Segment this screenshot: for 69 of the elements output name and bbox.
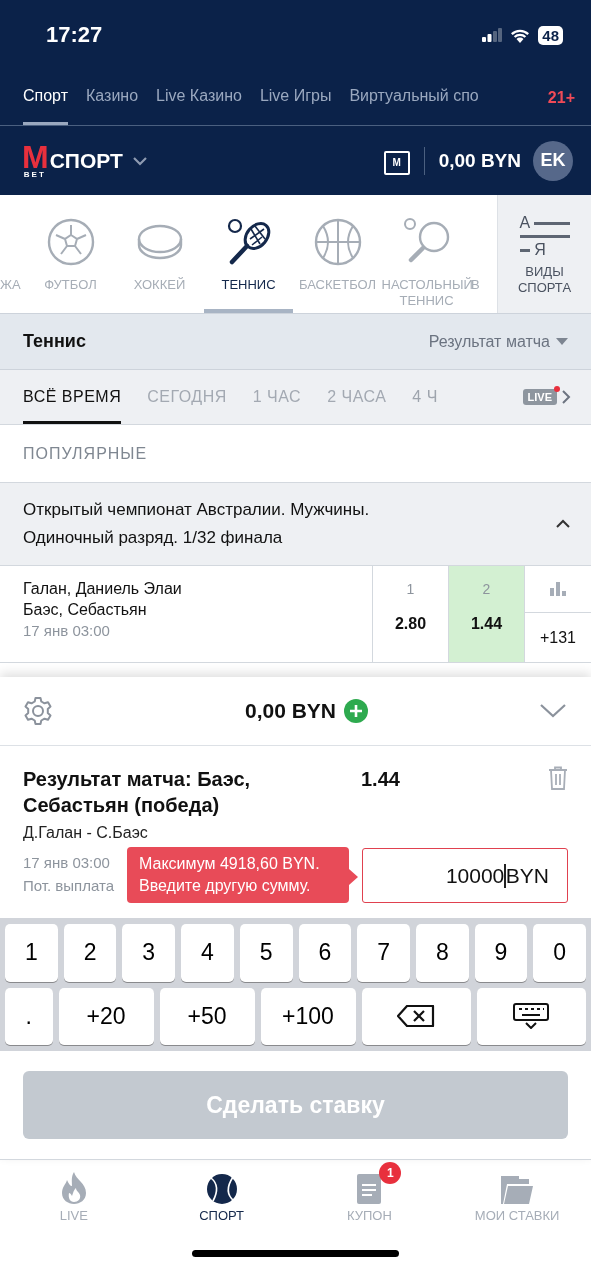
keyboard-key[interactable]: 9 xyxy=(474,924,528,982)
stats-icon[interactable] xyxy=(550,582,566,596)
bet-event: Д.Галан - С.Баэс xyxy=(23,824,149,842)
more-markets-button[interactable]: +131 xyxy=(525,613,591,662)
slip-balance: 0,00 BYN xyxy=(245,699,337,723)
bet-time: 17 янв 03:00 xyxy=(23,854,111,871)
keyboard-key[interactable]: 7 xyxy=(357,924,410,982)
keyboard-key[interactable]: 3 xyxy=(122,924,176,982)
keyboard-key[interactable]: 0 xyxy=(533,924,587,982)
nav-tab[interactable]: СПОРТ xyxy=(147,1160,296,1230)
top-tab[interactable]: Казино xyxy=(86,70,139,125)
chevron-right-icon[interactable] xyxy=(561,389,571,405)
add-funds-icon[interactable] xyxy=(344,699,369,723)
avatar[interactable]: EK xyxy=(533,140,573,181)
tennis-ball-icon xyxy=(206,1174,237,1204)
keyboard-key[interactable]: +20 xyxy=(58,987,154,1045)
top-tab[interactable]: Виртуальный спо xyxy=(349,70,479,125)
keyboard-key[interactable]: 5 xyxy=(239,924,293,982)
section-title[interactable]: СПОРТ xyxy=(49,148,123,173)
document-icon xyxy=(357,1174,382,1204)
top-tab[interactable]: Спорт xyxy=(23,70,68,125)
count-badge: 1 xyxy=(379,1162,402,1184)
error-tooltip: Максимум 4918,60 BYN. Введите другую сумму. xyxy=(127,847,349,903)
match-time: 17 янв 03:00 xyxy=(23,622,111,639)
backspace-key[interactable] xyxy=(361,987,471,1045)
tooltip-pointer xyxy=(349,869,358,885)
signal-icon xyxy=(482,28,503,42)
keyboard-key[interactable]: +50 xyxy=(159,987,255,1045)
bet-title: Результат матча: Баэс, Себастьян (победа) xyxy=(23,767,252,818)
balance[interactable]: 0,00 BYN xyxy=(438,149,521,172)
top-tab[interactable]: Live Игры xyxy=(259,70,332,125)
market-dropdown[interactable]: Результат матча xyxy=(428,332,568,351)
keyboard-key[interactable]: 2 xyxy=(63,924,117,982)
age-label: 21+ xyxy=(547,88,575,107)
flame-icon xyxy=(60,1172,87,1204)
status-time: 17:27 xyxy=(46,22,104,48)
keyboard-icon[interactable] xyxy=(513,1003,550,1030)
collapse-icon[interactable] xyxy=(539,703,567,719)
odds-button[interactable]: 2 1.44 xyxy=(449,566,525,662)
sport-title: Теннис xyxy=(23,331,86,352)
bet-odds: 1.44 xyxy=(361,767,400,792)
time-filter-tab[interactable]: ВСЁ ВРЕМЯ xyxy=(23,370,122,424)
keyboard-key[interactable]: +100 xyxy=(260,987,356,1045)
backspace-icon[interactable] xyxy=(397,1005,436,1028)
player-name[interactable]: Баэс, Себастьян xyxy=(23,601,372,619)
chevron-icon[interactable] xyxy=(555,519,571,529)
keyboard-key[interactable]: 4 xyxy=(181,924,234,982)
keyboard-key[interactable]: 6 xyxy=(298,924,352,982)
section-label: ПОПУЛЯРНЫЕ xyxy=(23,444,148,463)
caret-icon[interactable] xyxy=(556,337,568,346)
all-sports-button[interactable]: А Я ВИДЫ СПОРТА xyxy=(497,195,591,313)
gift-icon[interactable]: M xyxy=(383,150,410,175)
football-icon xyxy=(45,217,96,267)
keyboard-key[interactable]: . xyxy=(5,987,53,1045)
settings-icon[interactable] xyxy=(22,695,54,727)
wifi-icon xyxy=(510,27,531,43)
keyboard-key[interactable]: 8 xyxy=(415,924,469,982)
folder-icon xyxy=(501,1174,534,1204)
nav-tab[interactable]: 1 КУПОН xyxy=(295,1160,444,1230)
hide-keyboard-key[interactable] xyxy=(476,987,586,1045)
player-name[interactable]: Галан, Даниель Элаи xyxy=(23,580,372,598)
chevron-down-icon[interactable] xyxy=(131,155,148,166)
battery-icon: 48 xyxy=(538,25,563,45)
trash-icon[interactable] xyxy=(548,766,568,790)
keyboard-key[interactable]: 1 xyxy=(5,924,58,982)
basketball-icon xyxy=(312,217,363,267)
stake-input-field[interactable]: 10000BYN xyxy=(362,848,568,903)
payout-label: Пот. выплата xyxy=(23,877,115,894)
top-tab[interactable]: Live Казино xyxy=(156,70,242,125)
